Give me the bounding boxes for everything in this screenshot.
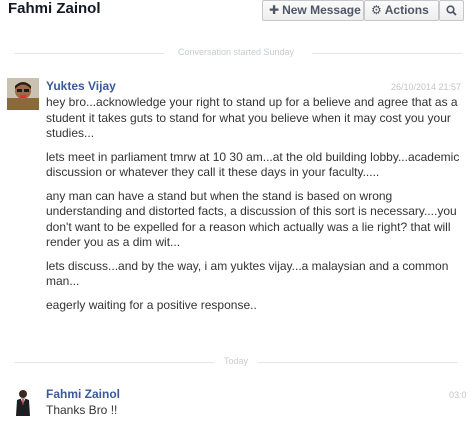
sender-name[interactable]: Fahmi Zainol	[46, 387, 120, 401]
conversation-started-divider: Conversation started Sunday	[0, 47, 472, 59]
message-body: hey bro...acknowledge your right to stan…	[46, 95, 466, 321]
message-paragraph: lets discuss...and by the way, i am yukt…	[46, 258, 449, 289]
message-timestamp: 26/10/2014 21:57	[391, 82, 462, 92]
conversation-title: Fahmi Zainol	[8, 0, 101, 17]
new-message-button[interactable]: ✚ New Message	[262, 0, 364, 21]
message-paragraph: any man can have a stand but when the st…	[46, 188, 457, 250]
actions-button[interactable]: ⚙ Actions	[364, 0, 439, 21]
search-button[interactable]	[439, 0, 464, 21]
profile-photo	[7, 78, 39, 110]
sender-name[interactable]: Yuktes Vijay	[46, 79, 116, 93]
gear-icon: ⚙	[371, 3, 382, 17]
message-paragraph: lets meet in parliament tmrw at 10 30 am…	[46, 149, 460, 180]
search-icon	[446, 5, 457, 16]
profile-photo	[7, 386, 39, 418]
message-body: Thanks Bro !!	[46, 403, 466, 427]
avatar-fahmi-zainol[interactable]	[7, 386, 39, 418]
new-message-label: New Message	[282, 3, 361, 17]
conversation-started-label: Conversation started Sunday	[171, 47, 301, 57]
plus-icon: ✚	[269, 3, 280, 17]
message-paragraph: eagerly waiting for a positive response.…	[46, 297, 257, 312]
today-label: Today	[217, 356, 255, 366]
message-timestamp: 03:0	[449, 390, 467, 400]
conversation-header: Fahmi Zainol ✚ New Message ⚙ Actions	[0, 0, 472, 26]
message-paragraph: Thanks Bro !!	[46, 403, 118, 417]
message-paragraph: hey bro...acknowledge your right to stan…	[46, 95, 458, 140]
today-divider: Today	[0, 356, 472, 368]
avatar-yuktes-vijay[interactable]	[7, 78, 39, 110]
actions-label: Actions	[384, 3, 429, 17]
